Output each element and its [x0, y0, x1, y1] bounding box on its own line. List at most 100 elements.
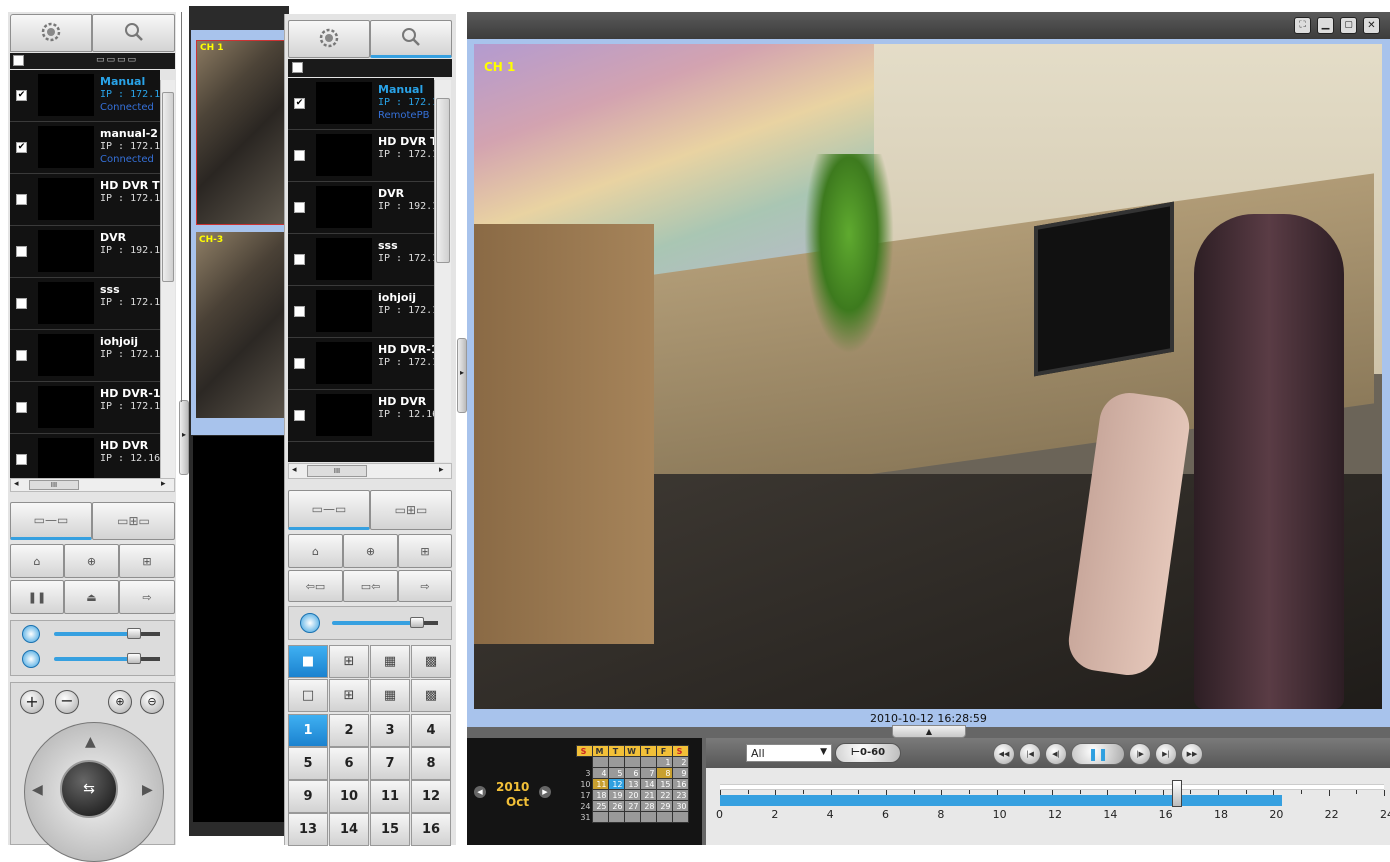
- calendar-day[interactable]: 30: [671, 800, 689, 812]
- volume-knob[interactable]: [410, 617, 424, 628]
- scroll-thumb[interactable]: [436, 98, 450, 263]
- mid-search-tab[interactable]: [370, 20, 452, 58]
- add-device-button[interactable]: ⊕: [64, 544, 119, 578]
- export-button[interactable]: ⇨: [119, 580, 175, 614]
- calendar-day[interactable]: 5: [607, 767, 625, 779]
- ptz-center-button[interactable]: ⇆: [60, 760, 118, 818]
- device-row[interactable]: HD DVR IP : 12.16: [10, 434, 160, 478]
- hscroll-thumb[interactable]: III: [29, 480, 79, 490]
- layout-button[interactable]: ⊞: [329, 679, 369, 712]
- calendar-day[interactable]: 4: [591, 767, 609, 779]
- prev-month-button[interactable]: ◀: [474, 786, 486, 798]
- calendar-day[interactable]: 11: [591, 778, 609, 790]
- focus-out-button[interactable]: ⊖: [140, 690, 164, 714]
- camera-thumb-ch3[interactable]: CH-3: [196, 232, 286, 418]
- channel-button[interactable]: 4: [411, 714, 451, 747]
- search-tab[interactable]: [92, 14, 175, 52]
- fast-rewind-button[interactable]: ◀◀: [993, 743, 1015, 765]
- hscroll-thumb[interactable]: III: [307, 465, 367, 477]
- device-checkbox[interactable]: [16, 454, 27, 465]
- device-row[interactable]: sssIP : 172.16: [288, 234, 434, 286]
- left-device-scrollbar[interactable]: [160, 80, 175, 478]
- device-row[interactable]: HD DVR TIP : 172.16: [288, 130, 434, 182]
- channel-button[interactable]: 1: [288, 714, 328, 747]
- calendar-day[interactable]: 27: [623, 800, 641, 812]
- skip-forward-button[interactable]: ▶|: [1155, 743, 1177, 765]
- device-checkbox[interactable]: ✔: [16, 142, 27, 153]
- scroll-right-icon[interactable]: ▸: [439, 465, 444, 475]
- layout-button[interactable]: ▩: [411, 645, 451, 678]
- mid-import-button[interactable]: ⇦▭: [288, 570, 343, 602]
- device-checkbox[interactable]: [294, 202, 305, 213]
- network-button[interactable]: ⊞: [119, 544, 175, 578]
- calendar-day[interactable]: 8: [655, 767, 673, 779]
- zoom-icon[interactable]: [22, 650, 40, 668]
- mid-home-button[interactable]: ⌂: [288, 534, 343, 568]
- mid-single-view-tab[interactable]: ▭—▭: [288, 490, 370, 530]
- left-volume-slider[interactable]: [54, 628, 160, 639]
- calendar-day[interactable]: 17: [576, 789, 592, 801]
- channel-button[interactable]: 14: [329, 813, 369, 846]
- device-row[interactable]: HD DVR-1IP : 172.16: [10, 382, 160, 434]
- device-row[interactable]: HD DVR IP : 12.16: [288, 390, 434, 442]
- volume-knob[interactable]: [127, 628, 141, 639]
- calendar-day[interactable]: 23: [671, 789, 689, 801]
- calendar-day[interactable]: 31: [576, 811, 592, 823]
- device-row[interactable]: iohjoijIP : 172.16: [10, 330, 160, 382]
- step-back-button[interactable]: ◀|: [1045, 743, 1067, 765]
- channel-button[interactable]: 10: [329, 780, 369, 813]
- device-row[interactable]: ✔ ManualIP : 172.16 RemotePB: [288, 78, 434, 130]
- calendar-grid[interactable]: S M T W T F S 1 2 3 4 5 6 7 8 9 10 11 12 13 14 15 16 17 18 19 20 21…: [560, 745, 689, 823]
- calendar-day[interactable]: 18: [591, 789, 609, 801]
- volume-icon[interactable]: [22, 625, 40, 643]
- close-icon[interactable]: ✕: [1363, 17, 1380, 34]
- calendar-day[interactable]: 16: [671, 778, 689, 790]
- device-row[interactable]: ✔ Manual IP : 172.16 Connected: [10, 70, 160, 122]
- channel-button[interactable]: 2: [329, 714, 369, 747]
- mid-multi-view-tab[interactable]: ▭⊞▭: [370, 490, 452, 530]
- mid-add-button[interactable]: ⊕: [343, 534, 398, 568]
- device-checkbox[interactable]: [16, 350, 27, 361]
- calendar-day[interactable]: 22: [655, 789, 673, 801]
- device-checkbox[interactable]: [16, 194, 27, 205]
- calendar-day[interactable]: 6: [623, 767, 641, 779]
- calendar-day[interactable]: 2: [671, 756, 689, 768]
- channel-button[interactable]: 13: [288, 813, 328, 846]
- calendar-day[interactable]: 21: [639, 789, 657, 801]
- range-button[interactable]: ⊢0-60: [835, 743, 901, 763]
- calendar-day[interactable]: 29: [655, 800, 673, 812]
- mid-hscrollbar[interactable]: ◂ III ▸: [288, 463, 452, 479]
- calendar-day[interactable]: 10: [576, 778, 592, 790]
- calendar-day[interactable]: 14: [639, 778, 657, 790]
- calendar-day[interactable]: 20: [623, 789, 641, 801]
- home-button[interactable]: ⌂: [10, 544, 64, 578]
- device-row[interactable]: iohjoijIP : 172.16: [288, 286, 434, 338]
- ptz-up-arrow[interactable]: ▲: [85, 734, 96, 750]
- step-forward-button[interactable]: |▶: [1129, 743, 1151, 765]
- mid-device-scrollbar[interactable]: [434, 80, 451, 462]
- channel-button[interactable]: 16: [411, 813, 451, 846]
- calendar-day[interactable]: 1: [655, 756, 673, 768]
- scroll-left-icon[interactable]: ◂: [14, 479, 19, 489]
- channel-button[interactable]: 6: [329, 747, 369, 780]
- device-row[interactable]: sssIP : 172.16: [10, 278, 160, 330]
- timeline[interactable]: 024681012141618202224: [706, 772, 1390, 845]
- single-view-tab[interactable]: ▭—▭: [10, 502, 92, 540]
- channel-button[interactable]: 8: [411, 747, 451, 780]
- bell-button[interactable]: ⏏: [64, 580, 119, 614]
- mid-volume-icon[interactable]: [300, 613, 320, 633]
- device-checkbox[interactable]: [294, 358, 305, 369]
- fast-forward-button[interactable]: ▶▶: [1181, 743, 1203, 765]
- channel-button[interactable]: 12: [411, 780, 451, 813]
- calendar-day[interactable]: 26: [607, 800, 625, 812]
- device-row[interactable]: HD DVR-1IP : 172.16: [288, 338, 434, 390]
- video-feed[interactable]: CH 1: [474, 44, 1382, 709]
- ptz-left-arrow[interactable]: ◀: [32, 782, 43, 798]
- filter-dropdown[interactable]: All ▼: [746, 744, 832, 762]
- calendar-day[interactable]: 9: [671, 767, 689, 779]
- select-all-checkbox[interactable]: [13, 55, 24, 66]
- settings-tab[interactable]: [10, 14, 92, 52]
- pause-button[interactable]: ❚❚: [10, 580, 64, 614]
- left-splitter-arrow[interactable]: ▸: [182, 430, 186, 439]
- calendar-day[interactable]: 15: [655, 778, 673, 790]
